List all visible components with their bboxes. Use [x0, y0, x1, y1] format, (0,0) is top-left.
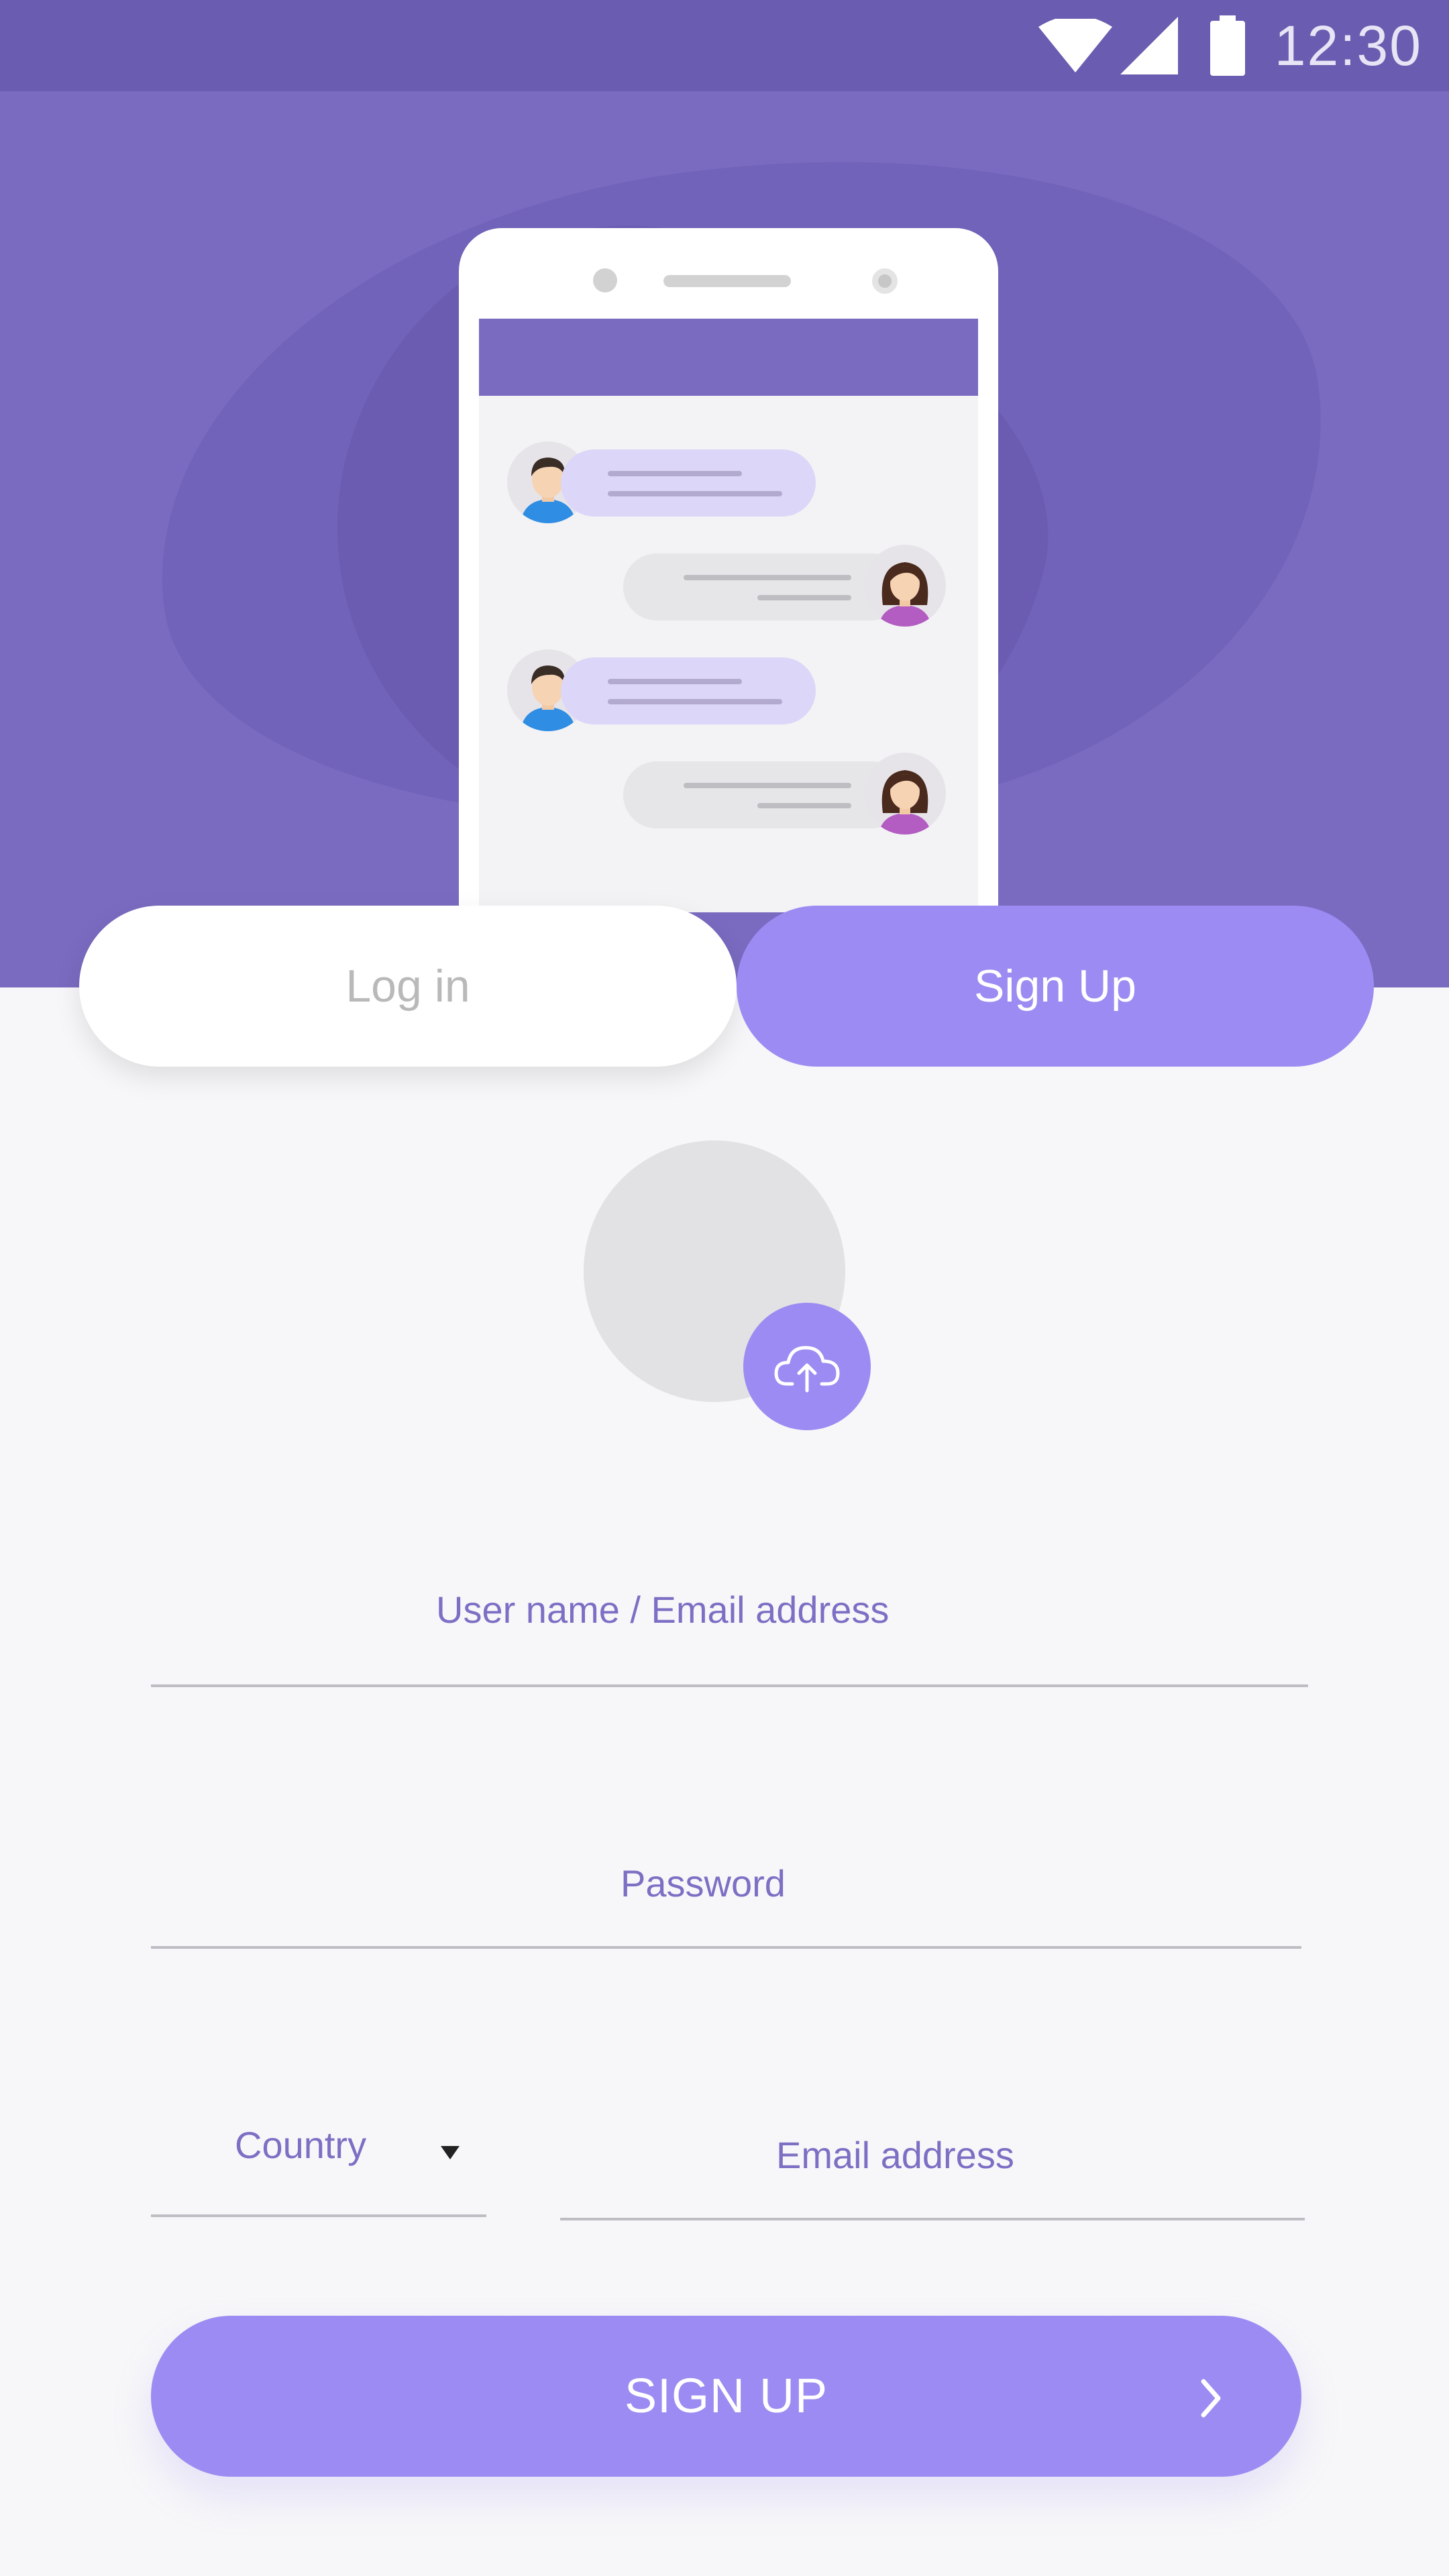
- chat-bubble-incoming: [561, 657, 816, 724]
- email-placeholder: Email address: [776, 2134, 1014, 2176]
- password-placeholder: Password: [621, 1862, 786, 1904]
- signup-tab-button[interactable]: Sign Up: [737, 906, 1374, 1067]
- status-bar: 12:30: [0, 0, 1449, 91]
- password-field[interactable]: Password: [151, 1862, 1301, 1949]
- username-field[interactable]: User name / Email address: [151, 1587, 1308, 1687]
- dropdown-arrow-icon[interactable]: [438, 2140, 462, 2164]
- chat-bubble-incoming: [561, 449, 816, 517]
- chat-bubble-outgoing: [623, 761, 905, 828]
- email-field[interactable]: Email address: [560, 2133, 1305, 2220]
- female-avatar-icon: [864, 753, 946, 835]
- username-placeholder: User name / Email address: [436, 1589, 890, 1631]
- login-tab-button[interactable]: Log in: [79, 906, 737, 1067]
- signup-tab-label: Sign Up: [974, 961, 1136, 1012]
- signup-submit-button[interactable]: SIGN UP: [151, 2316, 1301, 2477]
- signup-submit-label: SIGN UP: [624, 2369, 828, 2423]
- cellular-signal-icon: [1120, 17, 1178, 74]
- phone-speaker: [663, 275, 791, 287]
- phone-chat-illustration: [459, 228, 998, 912]
- chat-bubble-outgoing: [623, 553, 905, 621]
- login-tab-label: Log in: [345, 961, 470, 1012]
- cloud-upload-icon: [774, 1346, 840, 1393]
- phone-sensor: [593, 268, 617, 292]
- battery-icon: [1210, 15, 1245, 76]
- phone-camera: [872, 268, 898, 294]
- wifi-icon: [1038, 19, 1112, 72]
- country-select[interactable]: Country: [151, 2123, 486, 2217]
- clock: 12:30: [1274, 13, 1422, 77]
- country-placeholder: Country: [235, 2124, 367, 2166]
- chevron-right-icon: [1201, 2379, 1221, 2418]
- status-icons: 12:30: [1038, 12, 1422, 79]
- female-avatar-icon: [864, 545, 946, 627]
- phone-appbar: [479, 319, 978, 396]
- upload-photo-button[interactable]: [743, 1303, 871, 1430]
